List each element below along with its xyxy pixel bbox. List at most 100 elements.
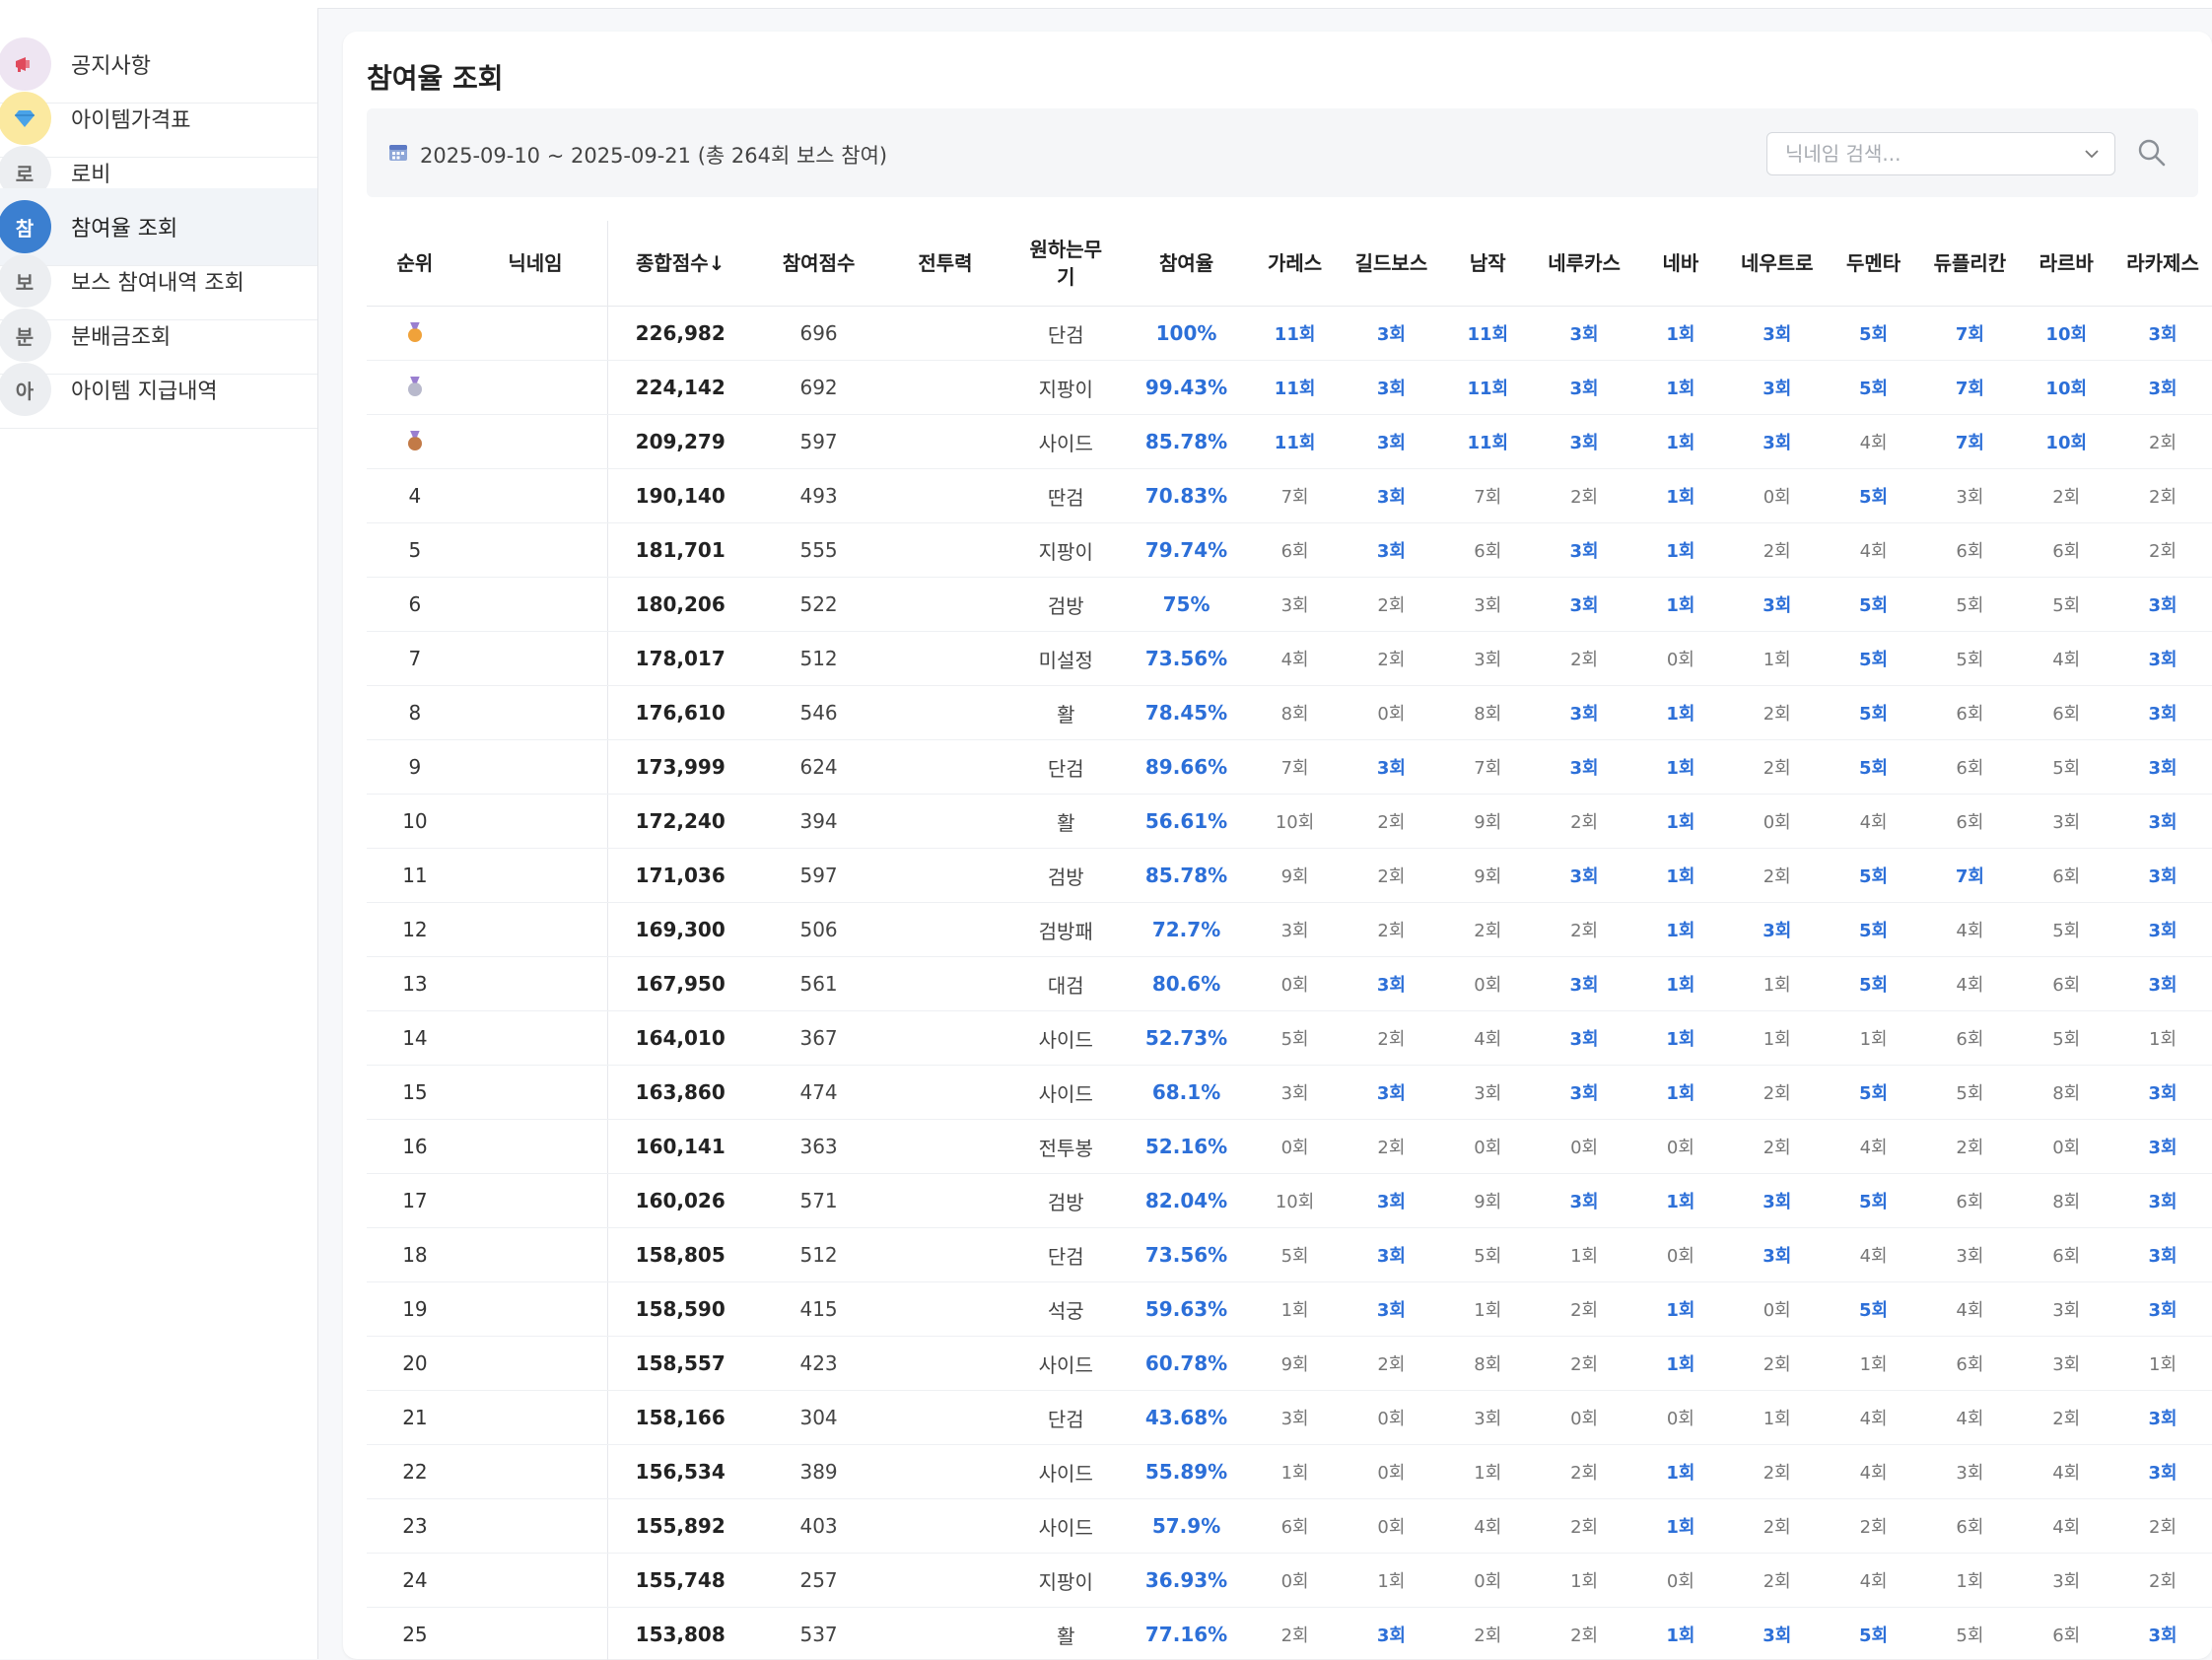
boss-count-cell: 2회 [1729, 523, 1826, 578]
table-row[interactable]: 8176,610546활78.45%8회0회8회3회1회2회5회6회6회3회 [367, 686, 2212, 740]
table-row[interactable]: 24155,748257지팡이36.93%0회1회0회1회0회2회4회1회3회2… [367, 1554, 2212, 1608]
combat-power-cell [885, 523, 1005, 578]
boss-count-cell: 11회 [1439, 415, 1536, 469]
table-row[interactable]: 25153,808537활77.16%2회3회2회2회1회3회5회5회6회3회 [367, 1608, 2212, 1660]
rank-cell: 14 [367, 1011, 463, 1066]
boss-count-cell: 3회 [1344, 1282, 1440, 1337]
rank-cell: 11 [367, 849, 463, 903]
desired-weapon-cell: 단검 [1005, 740, 1126, 795]
boss-count-cell: 2회 [1729, 1337, 1826, 1391]
boss-count-cell: 3회 [1536, 578, 1632, 632]
participation-rate-cell: 57.9% [1126, 1499, 1246, 1554]
nickname-cell [463, 957, 608, 1011]
boss-count-cell: 7회 [1439, 469, 1536, 523]
boss-count-cell: 2회 [1344, 1120, 1440, 1174]
rank-cell: 25 [367, 1608, 463, 1660]
boss-count-cell: 2회 [1729, 849, 1826, 903]
boss-count-cell: 0회 [1344, 1391, 1440, 1445]
boss-count-cell: 3회 [1729, 903, 1826, 957]
boss-count-cell: 1회 [1632, 1066, 1729, 1120]
boss-count-cell: 4회 [1826, 523, 1922, 578]
sidebar-item[interactable]: 아아이템 지급내역 [0, 351, 317, 429]
combat-power-cell [885, 1174, 1005, 1228]
boss-count-cell: 1회 [1247, 1445, 1344, 1499]
chevron-down-icon[interactable] [2083, 145, 2101, 163]
table-row[interactable]: 5181,701555지팡이79.74%6회3회6회3회1회2회4회6회6회2회 [367, 523, 2212, 578]
boss-count-cell: 1회 [1729, 957, 1826, 1011]
boss-count-cell: 3회 [2114, 903, 2211, 957]
nickname-cell [463, 1282, 608, 1337]
table-row[interactable]: 21158,166304단검43.68%3회0회3회0회0회1회4회4회2회3회 [367, 1391, 2212, 1445]
participation-rate-cell: 55.89% [1126, 1445, 1246, 1499]
sidebar-item-label: 참여율 조회 [71, 211, 177, 242]
nickname-search-input[interactable] [1785, 141, 2081, 167]
boss-count-cell: 6회 [1921, 1011, 2018, 1066]
table-row[interactable]: 19158,590415석궁59.63%1회3회1회2회1회0회5회4회3회3회 [367, 1282, 2212, 1337]
boss-count-cell: 4회 [1921, 1391, 2018, 1445]
boss-count-cell: 3회 [2114, 686, 2211, 740]
boss-count-cell: 3회 [1536, 361, 1632, 415]
boss-count-cell: 3회 [1344, 469, 1440, 523]
column-header[interactable]: 종합점수↓ [608, 221, 753, 307]
boss-count-cell: 5회 [1826, 361, 1922, 415]
table-row[interactable]: 23155,892403사이드57.9%6회0회4회2회1회2회2회6회4회2회… [367, 1499, 2212, 1554]
rank-cell: 22 [367, 1445, 463, 1499]
rank-cell [367, 307, 463, 361]
boss-count-cell: 11회 [1247, 361, 1344, 415]
participation-rate-cell: 82.04% [1126, 1174, 1246, 1228]
boss-count-cell: 4회 [2018, 1499, 2114, 1554]
boss-count-cell: 1회 [1247, 1282, 1344, 1337]
table-row[interactable]: 18158,805512단검73.56%5회3회5회1회0회3회4회3회6회3회 [367, 1228, 2212, 1282]
boss-count-cell: 10회 [1247, 1174, 1344, 1228]
boss-count-cell: 4회 [1826, 1391, 1922, 1445]
nickname-search-combobox[interactable] [1766, 132, 2115, 175]
participation-score-cell: 561 [752, 957, 885, 1011]
boss-count-cell: 1회 [1632, 903, 1729, 957]
nickname-cell [463, 1445, 608, 1499]
desired-weapon-cell: 사이드 [1005, 1337, 1126, 1391]
combat-power-cell [885, 1011, 1005, 1066]
boss-count-cell: 3회 [1536, 1174, 1632, 1228]
table-row[interactable]: 14164,010367사이드52.73%5회2회4회3회1회1회1회6회5회1… [367, 1011, 2212, 1066]
boss-count-cell: 1회 [1439, 1282, 1536, 1337]
table-row[interactable]: 15163,860474사이드68.1%3회3회3회3회1회2회5회5회8회3회 [367, 1066, 2212, 1120]
combat-power-cell [885, 469, 1005, 523]
boss-count-cell: 2회 [1344, 849, 1440, 903]
nickname-cell [463, 849, 608, 903]
table-row[interactable]: 16160,141363전투봉52.16%0회2회0회0회0회2회4회2회0회3… [367, 1120, 2212, 1174]
table-row[interactable]: 20158,557423사이드60.78%9회2회8회2회1회2회1회6회3회1… [367, 1337, 2212, 1391]
table-row[interactable]: 224,142692지팡이99.43%11회3회11회3회1회3회5회7회10회… [367, 361, 2212, 415]
boss-count-cell: 5회 [1826, 1174, 1922, 1228]
column-header: 네바 [1632, 221, 1729, 307]
boss-count-cell: 2회 [1729, 686, 1826, 740]
table-row[interactable]: 6180,206522검방75%3회2회3회3회1회3회5회5회5회3회 [367, 578, 2212, 632]
table-row[interactable]: 10172,240394활56.61%10회2회9회2회1회0회4회6회3회3회 [367, 795, 2212, 849]
table-row[interactable]: 209,279597사이드85.78%11회3회11회3회1회3회4회7회10회… [367, 415, 2212, 469]
desired-weapon-cell: 활 [1005, 795, 1126, 849]
total-score-cell: 172,240 [608, 795, 753, 849]
table-row[interactable]: 7178,017512미설정73.56%4회2회3회2회0회1회5회5회4회3회 [367, 632, 2212, 686]
participation-rate-cell: 73.56% [1126, 632, 1246, 686]
participation-score-cell: 696 [752, 307, 885, 361]
total-score-cell: 158,166 [608, 1391, 753, 1445]
combat-power-cell [885, 1499, 1005, 1554]
table-row[interactable]: 9173,999624단검89.66%7회3회7회3회1회2회5회6회5회3회 [367, 740, 2212, 795]
participation-score-cell: 546 [752, 686, 885, 740]
search-icon[interactable] [2135, 136, 2169, 170]
total-score-cell: 190,140 [608, 469, 753, 523]
boss-count-cell: 1회 [1632, 307, 1729, 361]
boss-count-cell: 5회 [1826, 957, 1922, 1011]
boss-count-cell: 2회 [2114, 523, 2211, 578]
boss-count-cell: 3회 [1536, 849, 1632, 903]
sidebar: 공지사항아이템가격표로로비참참여율 조회보보스 참여내역 조회분분배금조회아아이… [0, 8, 318, 1659]
table-row[interactable]: 11171,036597검방85.78%9회2회9회3회1회2회5회7회6회3회… [367, 849, 2212, 903]
table-row[interactable]: 13167,950561대검80.6%0회3회0회3회1회1회5회4회6회3회 [367, 957, 2212, 1011]
table-row[interactable]: 226,982696단검100%11회3회11회3회1회3회5회7회10회3회' [367, 307, 2212, 361]
table-row[interactable]: 22156,534389사이드55.89%1회0회1회2회1회2회4회3회4회3… [367, 1445, 2212, 1499]
table-row[interactable]: 17160,026571검방82.04%10회3회9회3회1회3회5회6회8회3… [367, 1174, 2212, 1228]
participation-rate-cell: 36.93% [1126, 1554, 1246, 1608]
participation-table-container[interactable]: 순위닉네임종합점수↓참여점수전투력원하는무기참여율가레스길드보스남작네루카스네바… [367, 221, 2212, 1660]
table-row[interactable]: 12169,300506검방패72.7%3회2회2회2회1회3회5회4회5회3회 [367, 903, 2212, 957]
participation-table: 순위닉네임종합점수↓참여점수전투력원하는무기참여율가레스길드보스남작네루카스네바… [367, 221, 2212, 1660]
table-row[interactable]: 4190,140493딴검70.83%7회3회7회2회1회0회5회3회2회2회 [367, 469, 2212, 523]
